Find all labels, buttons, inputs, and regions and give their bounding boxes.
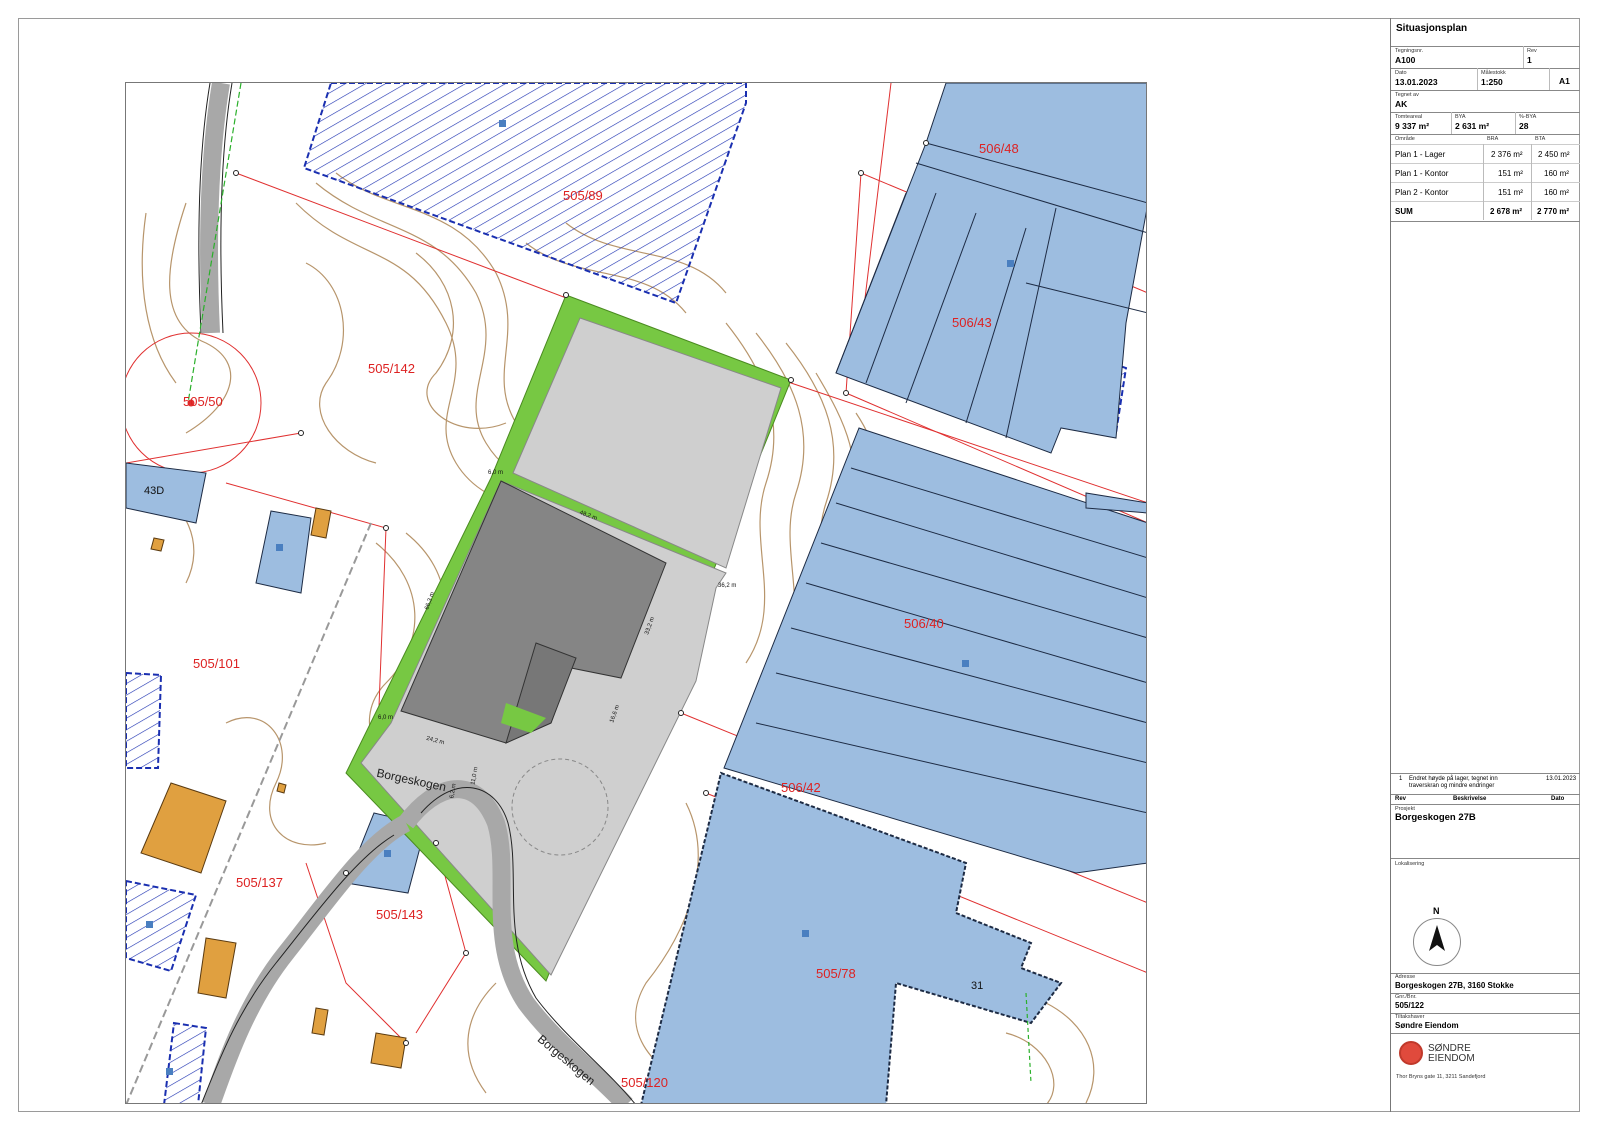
area-table-header-bra: BRA [1487,136,1499,142]
revision-header-date: Dato [1551,796,1565,802]
area-table-row: Plan 2 - Kontor 151 m² 160 m² [1391,182,1580,202]
north-label: N [1433,906,1440,916]
paper-size: A1 [1559,76,1570,86]
address-cell: Adresse Borgeskogen 27B, 3160 Stokke [1395,974,1514,991]
drawn-by-label: Tegnet av [1395,92,1419,98]
pct-bya-cell: %-BYA 28 [1519,114,1536,131]
location-label: Lokalisering [1395,861,1425,867]
site-area-label: Tomteareal [1395,114,1423,120]
client-cell: Tiltakshaver Søndre Eiendom [1395,1014,1459,1031]
parcel-label-505-120: 505/120 [621,1075,668,1090]
dim-label: 36,2 m [718,583,737,589]
north-arrow-icon [1413,918,1461,966]
client-label: Tiltakshaver [1395,1014,1425,1020]
address-value: Borgeskogen 27B, 3160 Stokke [1395,981,1514,990]
bya-value: 2 631 m² [1455,121,1490,131]
parcel-label-505-89: 505/89 [563,188,603,203]
parcel-label-506-48: 506/48 [979,141,1019,156]
revision-label: Rev [1527,48,1537,54]
scale-label: Målestokk [1481,70,1506,76]
building-label-31: 31 [971,980,984,992]
area-table-sum-row: SUM 2 678 m² 2 770 m² [1391,201,1580,222]
revision-entry-description: Endret høyde på lager, tegnet inn traver… [1409,776,1498,789]
company-logo-icon [1399,1041,1423,1065]
parcel-label-505-78: 505/78 [816,966,856,981]
parcel-label-505-142: 505/142 [368,361,415,376]
site-area-cell: Tomteareal 9 337 m² [1395,114,1429,131]
parcel-label-506-40: 506/40 [904,616,944,631]
site-area-value: 9 337 m² [1395,121,1430,131]
gnr-bnr-value: 505/122 [1395,1001,1424,1010]
drawing-number-label: Tegningsnr. [1395,48,1424,54]
scale-value: 1:250 [1481,77,1503,87]
gnr-bnr-cell: Gnr./Bnr. 505/122 [1395,994,1424,1011]
revision-cell: Rev 1 [1527,48,1577,65]
building-label-43d: 43D [144,485,165,497]
area-table-row: Plan 1 - Lager 2 376 m² 2 450 m² [1391,144,1580,164]
bya-cell: BYA 2 631 m² [1455,114,1489,131]
drawing-number-cell: Tegningsnr. A100 [1395,48,1515,65]
dim-label: 6,0 m [378,715,394,721]
client-value: Søndre Eiendom [1395,1021,1459,1030]
project-cell: Prosjekt Borgeskogen 27B [1395,806,1476,823]
parcel-label-505-143: 505/143 [376,907,423,922]
title-block: Situasjonsplan Tegningsnr. A100 Rev 1 Da… [1390,18,1580,1112]
bya-label: BYA [1455,114,1466,120]
company-logo-text: SØNDRE EIENDOM [1428,1043,1475,1064]
parcel-label-505-137: 505/137 [236,875,283,890]
site-plan-map: 505/89 506/48 506/43 505/142 505/50 43D … [125,82,1147,1104]
drawing-number-value: A100 [1395,55,1416,65]
revision-entry-date: 13.01.2023 [1546,776,1577,782]
drawn-by-cell: Tegnet av AK [1395,92,1419,109]
date-cell: Dato 13.01.2023 [1395,70,1475,87]
revision-header-description: Beskrivelse [1453,796,1487,802]
parcel-label-505-50: 505/50 [183,394,223,409]
area-table-header-bta: BTA [1535,136,1546,142]
site-plan-drawing [126,83,1146,1103]
dim-label: 6,0 m [488,470,504,476]
parcel-label-505-101: 505/101 [193,656,240,671]
date-label: Dato [1395,70,1407,76]
gnr-bnr-label: Gnr./Bnr. [1395,994,1417,1000]
area-table-header-area: Område [1395,136,1415,142]
parcel-label-506-43: 506/43 [952,315,992,330]
pct-bya-label: %-BYA [1519,114,1537,120]
scale-cell: Målestokk 1:250 [1481,70,1541,87]
area-table-row: Plan 1 - Kontor 151 m² 160 m² [1391,163,1580,183]
address-label: Adresse [1395,974,1416,980]
sheet-title: Situasjonsplan [1396,23,1468,34]
drawn-by-value: AK [1395,99,1408,109]
project-value: Borgeskogen 27B [1395,812,1476,823]
parcel-label-506-42: 506/42 [781,780,821,795]
date-value: 13.01.2023 [1395,77,1438,87]
revision-entry-number: 1 [1399,776,1403,782]
footer-address: Thor Bryns gate 11, 3211 Sandefjord [1396,1074,1486,1080]
pct-bya-value: 28 [1519,121,1529,131]
revision-header-rev: Rev [1395,796,1407,802]
revision-value: 1 [1527,55,1532,65]
